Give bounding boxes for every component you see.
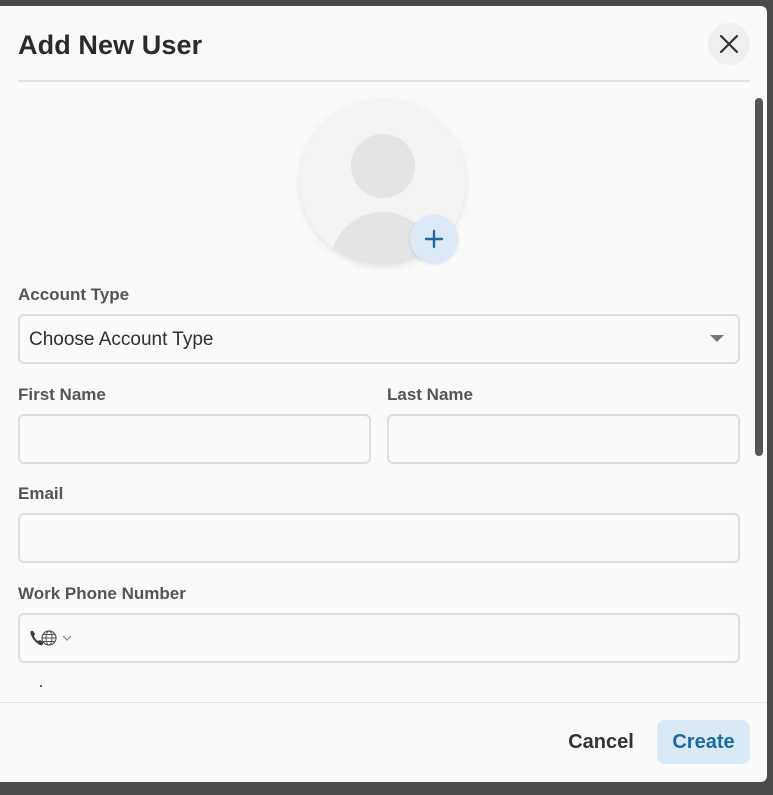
last-name-label: Last Name: [387, 385, 473, 404]
caret-down-icon: [710, 335, 724, 342]
cancel-button[interactable]: Cancel: [557, 720, 645, 764]
work-phone-field[interactable]: [18, 613, 740, 663]
header-divider: [18, 80, 750, 82]
phone-globe-icon: [30, 630, 57, 646]
plus-icon: [424, 229, 444, 249]
close-icon: [719, 34, 739, 54]
avatar-head-shape: [351, 134, 415, 198]
account-type-select[interactable]: Choose Account Type: [18, 314, 740, 364]
work-phone-label: Work Phone Number: [18, 584, 186, 603]
email-field[interactable]: [18, 513, 740, 563]
email-input[interactable]: [20, 515, 738, 561]
first-name-label: First Name: [18, 385, 106, 404]
avatar-upload: [300, 99, 466, 265]
footer-divider: [0, 702, 767, 703]
chevron-down-icon: [62, 635, 72, 641]
last-name-input[interactable]: [389, 416, 738, 462]
first-name-field[interactable]: [18, 414, 371, 464]
create-button[interactable]: Create: [657, 720, 750, 764]
account-type-value: Choose Account Type: [29, 329, 214, 350]
first-name-input[interactable]: [20, 416, 369, 462]
add-user-dialog: Add New User Account Type Choose Account…: [0, 6, 767, 782]
country-code-selector[interactable]: [28, 627, 72, 649]
add-photo-button[interactable]: [410, 215, 458, 263]
email-label: Email: [18, 484, 64, 503]
close-button[interactable]: [708, 23, 750, 65]
cut-off-content: [40, 685, 42, 687]
account-type-label: Account Type: [18, 285, 130, 304]
scrollbar[interactable]: [755, 98, 763, 456]
last-name-field[interactable]: [387, 414, 740, 464]
dialog-title: Add New User: [18, 30, 203, 60]
